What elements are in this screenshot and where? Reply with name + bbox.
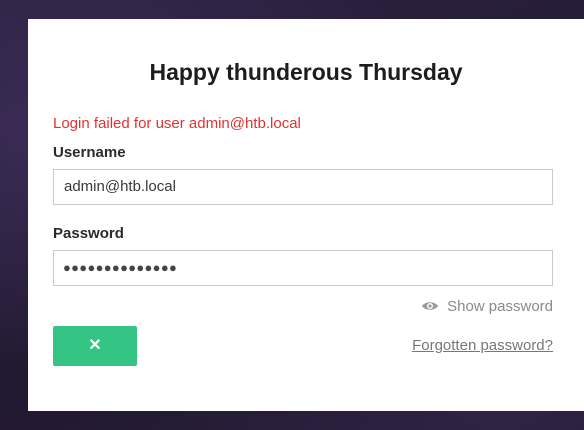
password-input[interactable]: ●●●●●●●●●●●●●●	[53, 250, 553, 286]
forgot-password-link[interactable]: Forgotten password?	[412, 337, 553, 355]
password-masked-value: ●●●●●●●●●●●●●●	[63, 260, 178, 275]
username-value: admin@htb.local	[64, 178, 176, 195]
show-password-label: Show password	[447, 297, 553, 315]
close-icon: ✕	[88, 337, 102, 354]
login-submit-button[interactable]: ✕	[53, 326, 137, 366]
error-message: Login failed for user admin@htb.local	[53, 115, 301, 132]
eye-icon	[422, 302, 439, 310]
show-password-toggle[interactable]: Show password	[421, 296, 553, 316]
username-label: Username	[53, 144, 126, 161]
password-label: Password	[53, 225, 124, 242]
page-title: Happy thunderous Thursday	[149, 59, 463, 85]
login-card: Happy thunderous Thursday Login failed f…	[28, 19, 584, 411]
username-input[interactable]: admin@htb.local	[53, 169, 553, 205]
